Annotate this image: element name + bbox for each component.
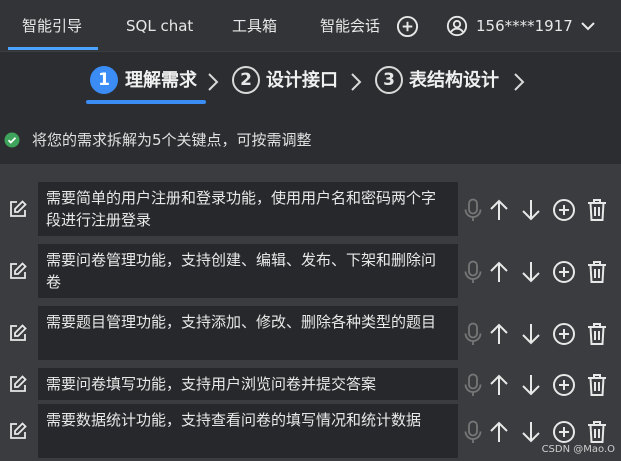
arrow-down-icon[interactable]	[520, 373, 542, 401]
chevron-down-icon[interactable]	[580, 18, 596, 38]
success-check-icon	[4, 132, 20, 152]
status-row: 将您的需求拆解为5个关键点，可按需调整	[0, 124, 621, 156]
edit-icon[interactable]	[8, 323, 28, 347]
step-1-number[interactable]: 1	[90, 66, 118, 94]
step-2-label[interactable]: 设计接口	[266, 67, 338, 95]
list-item: 需要数据统计功能，支持查看问卷的填写情况和统计数据	[0, 404, 621, 458]
arrow-up-icon[interactable]	[488, 198, 510, 226]
edit-icon[interactable]	[8, 261, 28, 285]
requirement-text[interactable]: 需要问卷填写功能，支持用户浏览问卷并提交答案	[38, 368, 458, 400]
trash-icon[interactable]	[586, 373, 608, 401]
step-1-label[interactable]: 理解需求	[125, 67, 197, 95]
user-avatar-icon[interactable]	[446, 15, 468, 41]
arrow-down-icon[interactable]	[520, 322, 542, 350]
active-step-indicator	[86, 100, 206, 104]
arrow-up-icon[interactable]	[488, 322, 510, 350]
top-nav: 智能引导 SQL chat 工具箱 智能会话 156****1917	[0, 0, 621, 52]
arrow-up-icon[interactable]	[488, 420, 510, 448]
microphone-icon[interactable]	[462, 260, 484, 288]
trash-icon[interactable]	[586, 260, 608, 288]
add-circle-icon[interactable]	[552, 198, 576, 226]
user-phone[interactable]: 156****1917	[476, 0, 573, 52]
status-text: 将您的需求拆解为5个关键点，可按需调整	[32, 131, 312, 149]
arrow-up-icon[interactable]	[488, 260, 510, 288]
arrow-down-icon[interactable]	[520, 198, 542, 226]
requirements-panel: 需要简单的用户注册和登录功能，使用用户名和密码两个字段进行注册登录 需要问卷管理…	[0, 164, 621, 461]
requirement-text[interactable]: 需要题目管理功能，支持添加、修改、删除各种类型的题目	[38, 306, 458, 360]
microphone-icon[interactable]	[462, 198, 484, 226]
tab-smart-chat[interactable]: 智能会话	[320, 0, 380, 52]
edit-icon[interactable]	[8, 374, 28, 398]
active-tab-indicator	[8, 47, 98, 50]
chevron-right-icon	[512, 72, 526, 96]
list-item: 需要简单的用户注册和登录功能，使用用户名和密码两个字段进行注册登录	[0, 182, 621, 236]
step-3-label[interactable]: 表结构设计	[409, 67, 499, 95]
chevron-right-icon	[349, 72, 363, 96]
tab-toolbox[interactable]: 工具箱	[232, 0, 277, 52]
step-progress: 1 理解需求 2 设计接口 3 表结构设计	[0, 60, 621, 104]
requirement-text[interactable]: 需要问卷管理功能，支持创建、编辑、发布、下架和删除问卷	[38, 244, 458, 298]
add-circle-icon[interactable]	[552, 322, 576, 350]
chevron-right-icon	[206, 72, 220, 96]
add-circle-icon[interactable]	[552, 260, 576, 288]
arrow-down-icon[interactable]	[520, 420, 542, 448]
list-item: 需要问卷填写功能，支持用户浏览问卷并提交答案	[0, 368, 621, 400]
microphone-icon[interactable]	[462, 373, 484, 401]
tab-sql-chat[interactable]: SQL chat	[126, 0, 193, 52]
step-2-number[interactable]: 2	[232, 66, 260, 94]
arrow-up-icon[interactable]	[488, 373, 510, 401]
add-circle-icon[interactable]	[552, 373, 576, 401]
edit-icon[interactable]	[8, 199, 28, 223]
requirement-text[interactable]: 需要简单的用户注册和登录功能，使用用户名和密码两个字段进行注册登录	[38, 182, 458, 236]
microphone-icon[interactable]	[462, 420, 484, 448]
tab-smart-guide[interactable]: 智能引导	[22, 0, 82, 52]
list-item: 需要题目管理功能，支持添加、修改、删除各种类型的题目	[0, 306, 621, 360]
edit-icon[interactable]	[8, 421, 28, 445]
trash-icon[interactable]	[586, 198, 608, 226]
requirement-text[interactable]: 需要数据统计功能，支持查看问卷的填写情况和统计数据	[38, 404, 458, 458]
arrow-down-icon[interactable]	[520, 260, 542, 288]
watermark: CSDN @Mao.O	[541, 444, 615, 455]
step-3-number[interactable]: 3	[375, 66, 403, 94]
trash-icon[interactable]	[586, 322, 608, 350]
add-tab-icon[interactable]	[396, 15, 419, 42]
list-item: 需要问卷管理功能，支持创建、编辑、发布、下架和删除问卷	[0, 244, 621, 298]
microphone-icon[interactable]	[462, 322, 484, 350]
